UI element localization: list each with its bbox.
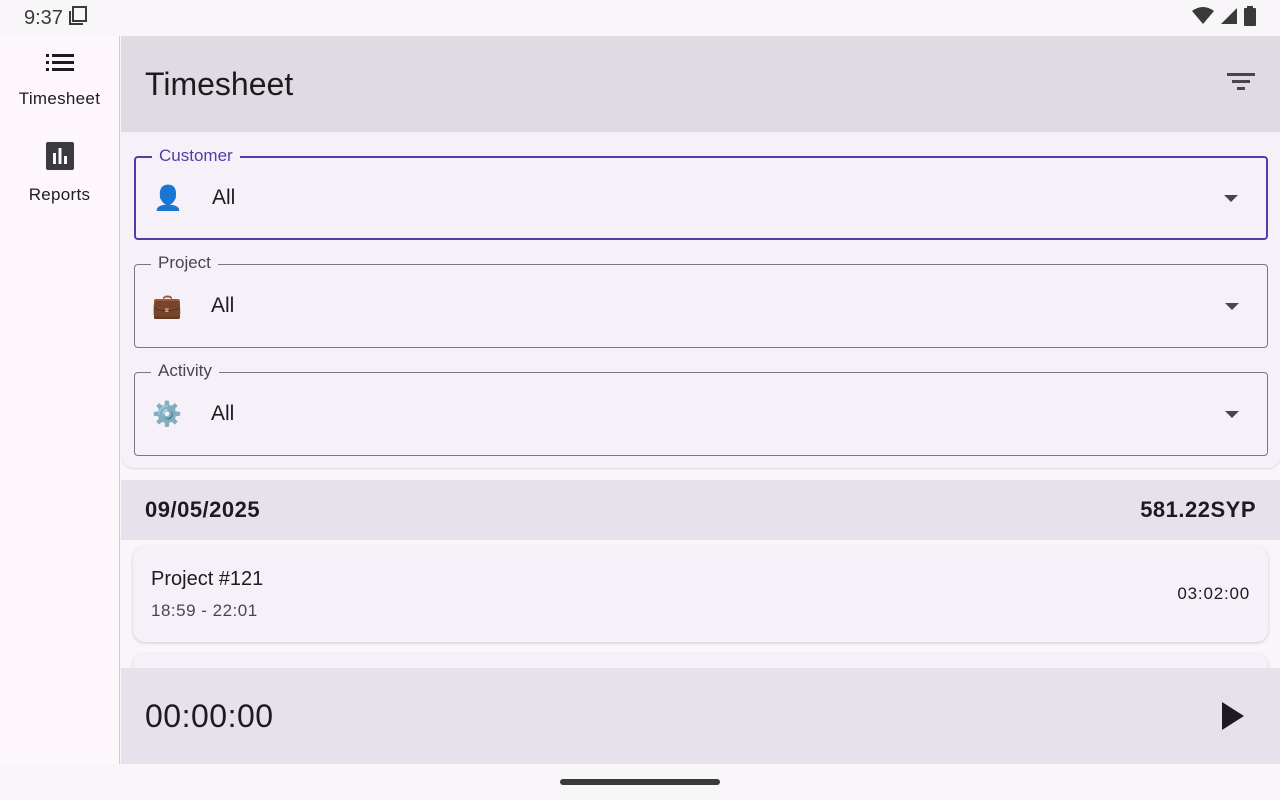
play-button[interactable] bbox=[1208, 692, 1256, 740]
day-date: 09/05/2025 bbox=[145, 497, 261, 522]
gesture-handle[interactable] bbox=[560, 779, 720, 785]
filter-icon[interactable] bbox=[1226, 71, 1256, 98]
entry-title: Project #121 bbox=[151, 567, 264, 590]
project-label: Project bbox=[151, 253, 218, 273]
person-icon: 👤 bbox=[153, 184, 183, 212]
day-group-header: 09/05/2025 581.22SYP bbox=[121, 480, 1280, 540]
screen-icon bbox=[68, 5, 89, 31]
play-icon bbox=[1222, 702, 1244, 730]
list-icon bbox=[45, 52, 75, 79]
entry-duration: 03:02:00 bbox=[1177, 584, 1250, 603]
timer-bar: 00:00:00 bbox=[121, 668, 1280, 764]
dropdown-arrow-icon bbox=[1224, 194, 1238, 202]
customer-dropdown[interactable]: Customer 👤 All bbox=[134, 146, 1268, 240]
navigation-rail: Timesheet Reports bbox=[0, 36, 120, 764]
top-app-bar: Timesheet bbox=[121, 36, 1280, 132]
signal-icon bbox=[1220, 7, 1238, 30]
status-right bbox=[1192, 5, 1256, 31]
activity-value: All bbox=[211, 402, 235, 425]
bar-chart-icon bbox=[45, 142, 74, 175]
dropdown-arrow-icon bbox=[1225, 410, 1239, 418]
gesture-nav-area bbox=[0, 764, 1280, 800]
rail-item-label: Timesheet bbox=[18, 89, 101, 108]
time-entry-card[interactable]: Project #121 18:59 - 22:01 03:02:00 bbox=[133, 546, 1268, 642]
timer-value: 00:00:00 bbox=[145, 697, 274, 734]
wifi-icon bbox=[1192, 6, 1214, 30]
day-total: 581.22SYP bbox=[1140, 497, 1256, 522]
rail-item-timesheet[interactable]: Timesheet bbox=[0, 36, 119, 126]
main-content: Timesheet Customer 👤 All Project 💼 All A… bbox=[121, 36, 1280, 764]
status-left: 9:37 bbox=[24, 5, 89, 31]
project-value: All bbox=[211, 294, 235, 317]
dropdown-arrow-icon bbox=[1225, 302, 1239, 310]
gear-icon: ⚙️ bbox=[152, 400, 182, 428]
rail-item-label: Reports bbox=[28, 185, 91, 204]
status-time: 9:37 bbox=[24, 6, 63, 29]
rail-item-reports[interactable]: Reports bbox=[0, 126, 119, 216]
entry-info: Project #121 18:59 - 22:01 bbox=[151, 568, 263, 621]
activity-label: Activity bbox=[151, 361, 219, 381]
entry-time-range: 18:59 - 22:01 bbox=[151, 600, 258, 620]
activity-dropdown[interactable]: Activity ⚙️ All bbox=[134, 361, 1268, 456]
page-title: Timesheet bbox=[145, 65, 294, 102]
battery-icon bbox=[1244, 5, 1256, 31]
status-bar: 9:37 bbox=[0, 0, 1280, 36]
customer-value: All bbox=[212, 186, 236, 209]
project-dropdown[interactable]: Project 💼 All bbox=[134, 253, 1268, 348]
customer-label: Customer bbox=[152, 146, 240, 166]
briefcase-icon: 💼 bbox=[152, 292, 182, 320]
filter-panel: Customer 👤 All Project 💼 All Activity ⚙️… bbox=[122, 132, 1280, 468]
